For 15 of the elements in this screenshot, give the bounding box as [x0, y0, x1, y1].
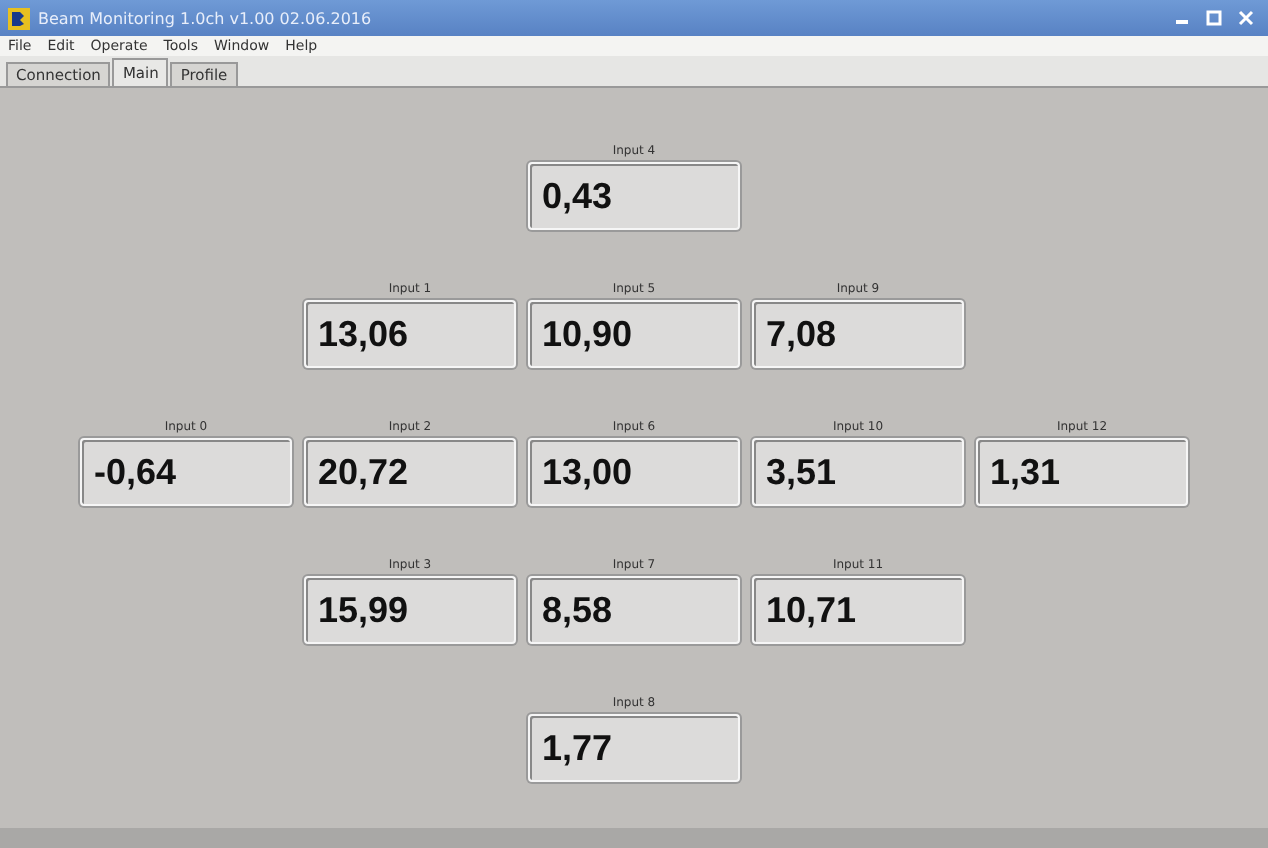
numeric-indicator: -0,64 — [80, 438, 292, 506]
numeric-indicator: 13,06 — [304, 300, 516, 368]
numeric-indicator: 15,99 — [304, 576, 516, 644]
app-icon — [8, 7, 30, 29]
numeric-indicator: 1,31 — [976, 438, 1188, 506]
numeric-indicator: 1,77 — [528, 714, 740, 782]
window-title: Beam Monitoring 1.0ch v1.00 02.06.2016 — [38, 9, 372, 27]
numeric-indicator: 10,71 — [752, 576, 964, 644]
numeric-indicator: 0,43 — [528, 162, 740, 230]
numeric-indicator: 10,90 — [528, 300, 740, 368]
numeric-indicator: 20,72 — [304, 438, 516, 506]
numeric-indicator: 8,58 — [528, 576, 740, 644]
numeric-indicator: 3,51 — [752, 438, 964, 506]
numeric-indicator: 13,00 — [528, 438, 740, 506]
numeric-indicator: 7,08 — [752, 300, 964, 368]
